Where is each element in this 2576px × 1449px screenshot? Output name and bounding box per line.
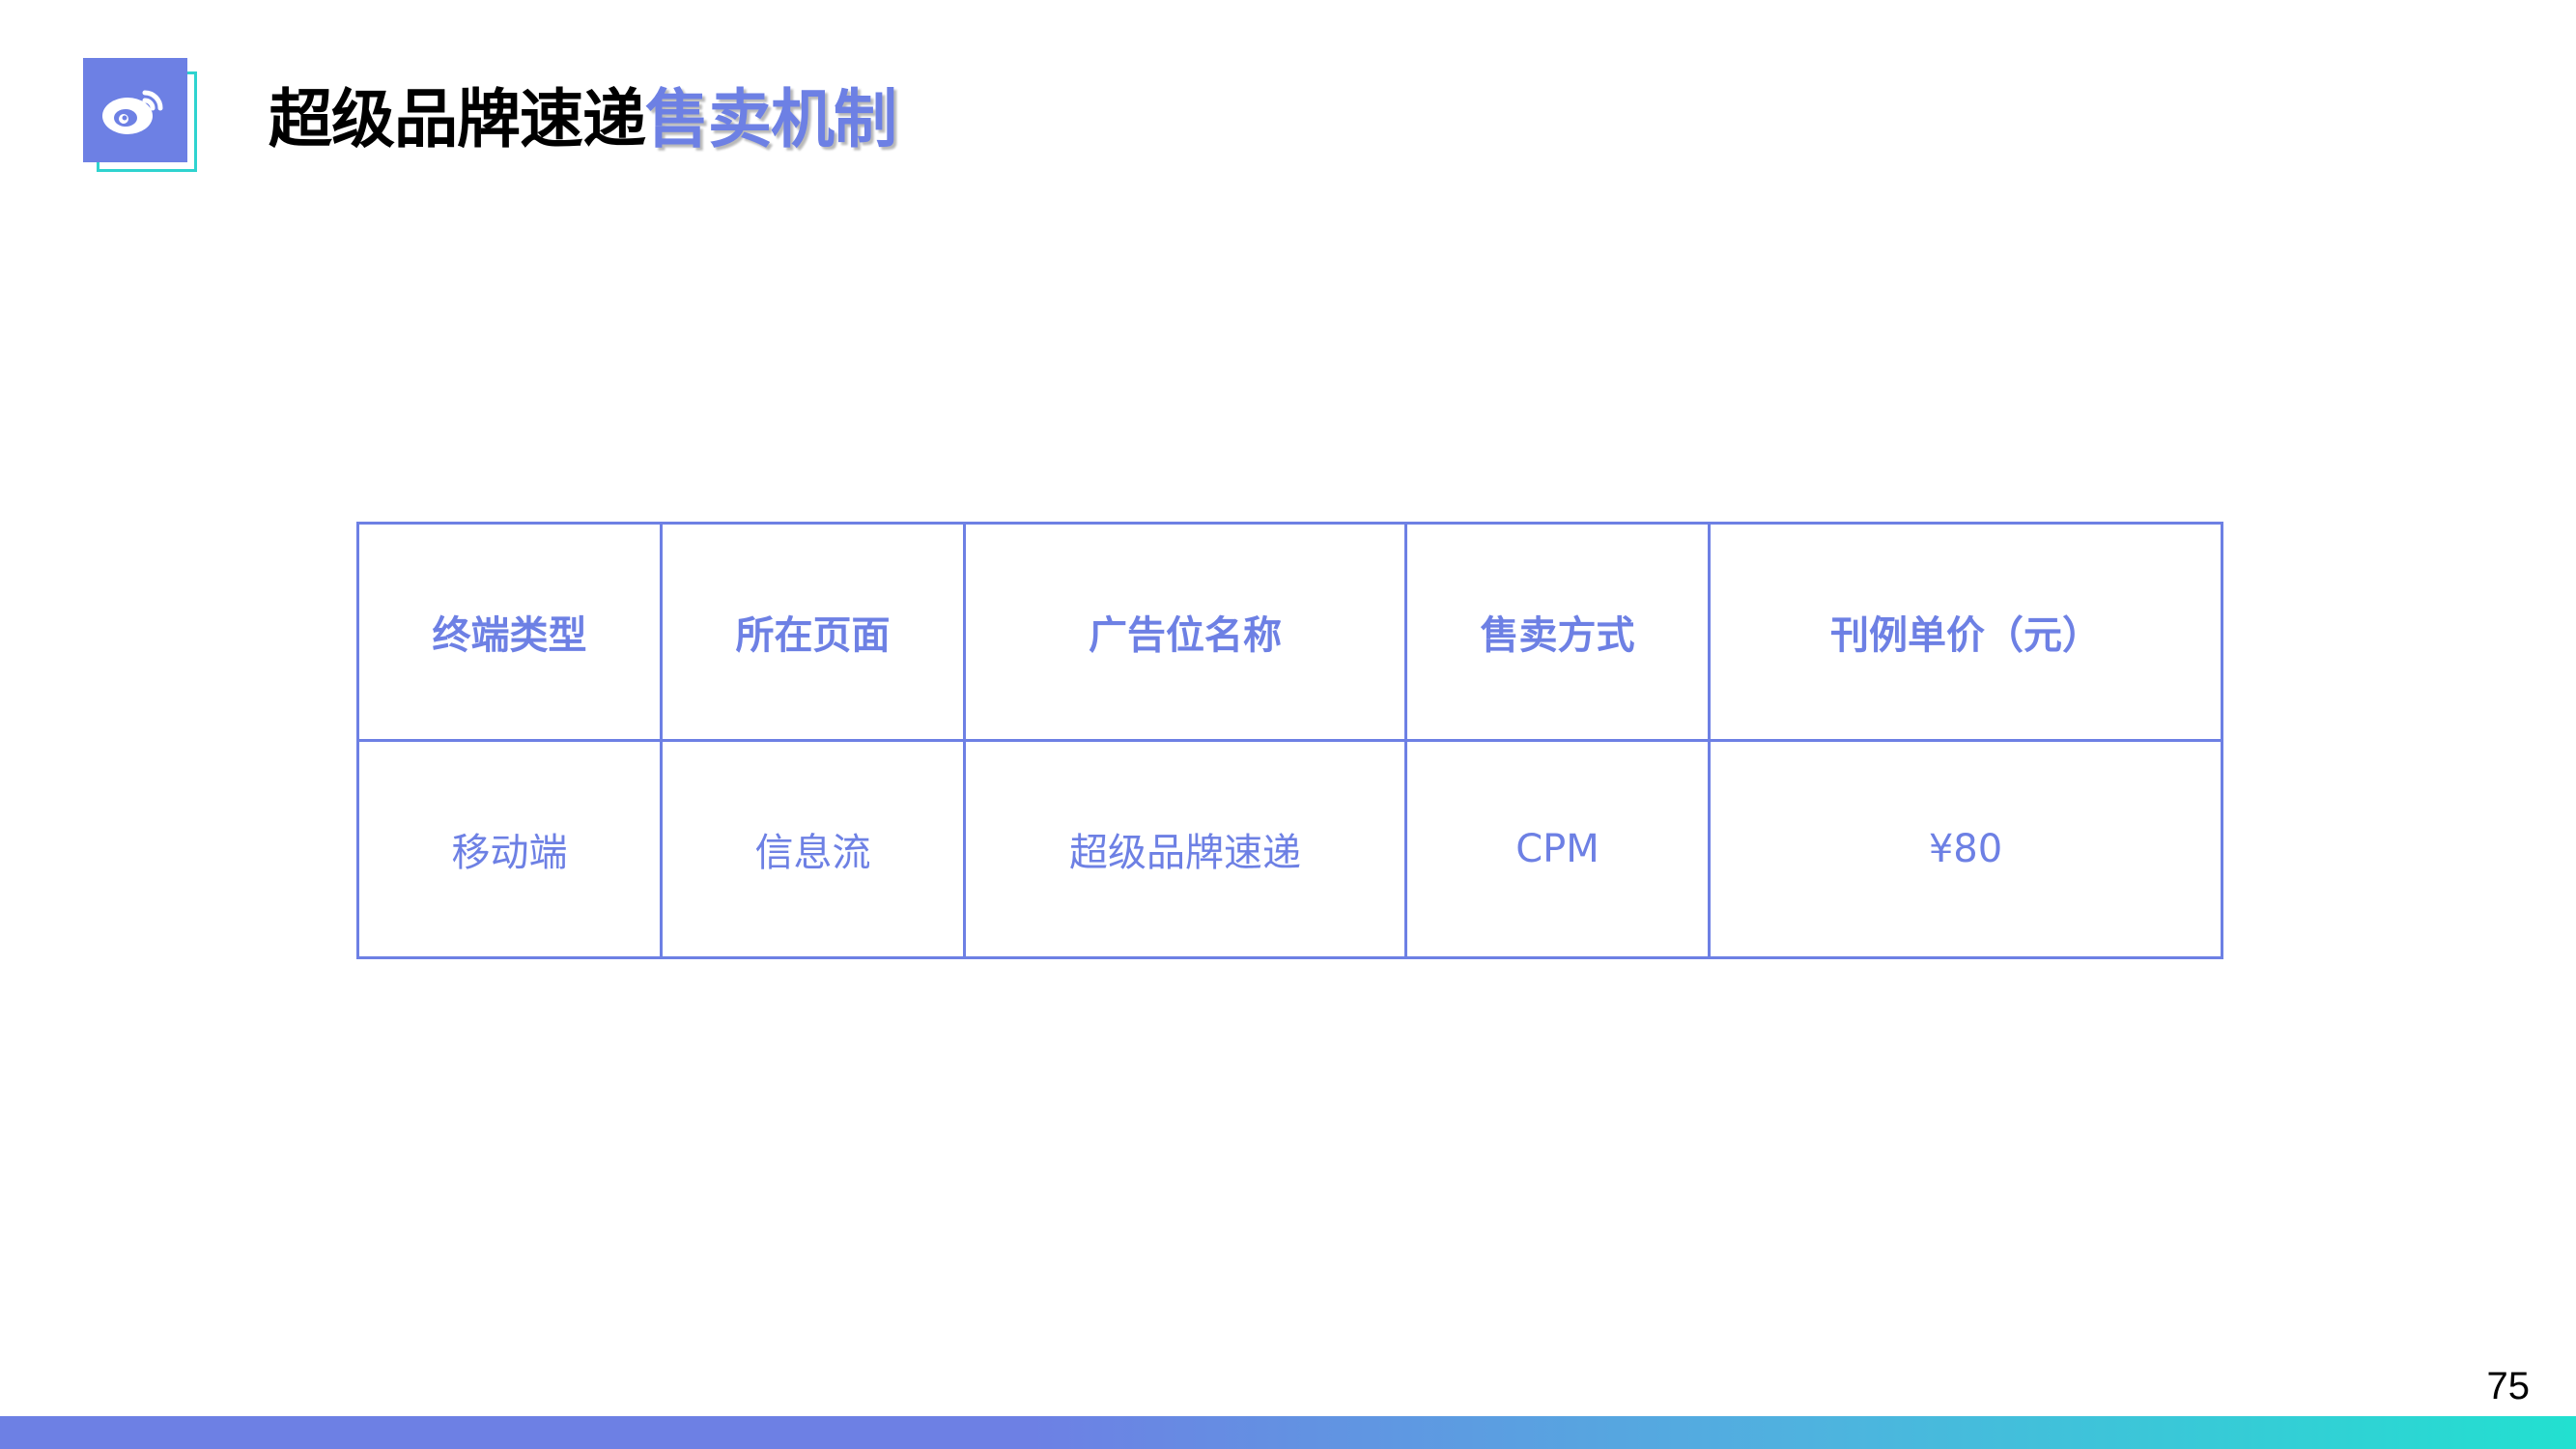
table-row: 移动端 信息流 超级品牌速递 CPM ¥80: [356, 739, 2223, 959]
page-title: 超级品牌速递售卖机制: [269, 75, 897, 164]
weibo-eye-icon: [102, 90, 163, 134]
header-unit-price: 刊例单价（元）: [1708, 522, 2223, 742]
cell-unit-price: ¥80: [1708, 739, 2223, 959]
cell-terminal-type: 移动端: [356, 739, 663, 959]
weibo-logo: [83, 58, 201, 176]
table-header-row: 终端类型 所在页面 广告位名称 售卖方式 刊例单价（元）: [356, 522, 2223, 742]
weibo-logo-icon: [83, 58, 187, 162]
cell-sale-method: CPM: [1404, 739, 1711, 959]
cell-ad-slot-name: 超级品牌速递: [963, 739, 1407, 959]
page-title-accent: 售卖机制: [645, 82, 897, 156]
footer-gradient-bar: [0, 1416, 2576, 1449]
header-ad-slot-name: 广告位名称: [963, 522, 1407, 742]
header-sale-method: 售卖方式: [1404, 522, 1711, 742]
header-page: 所在页面: [660, 522, 966, 742]
header-terminal-type: 终端类型: [356, 522, 663, 742]
page-number: 75: [2486, 1365, 2531, 1407]
cell-page: 信息流: [660, 739, 966, 959]
ad-pricing-table-container: 终端类型 所在页面 广告位名称 售卖方式 刊例单价（元） 移动端 信息流 超级品…: [356, 522, 2223, 959]
ad-pricing-table: 终端类型 所在页面 广告位名称 售卖方式 刊例单价（元） 移动端 信息流 超级品…: [356, 522, 2223, 959]
page-title-main: 超级品牌速递: [269, 82, 646, 156]
